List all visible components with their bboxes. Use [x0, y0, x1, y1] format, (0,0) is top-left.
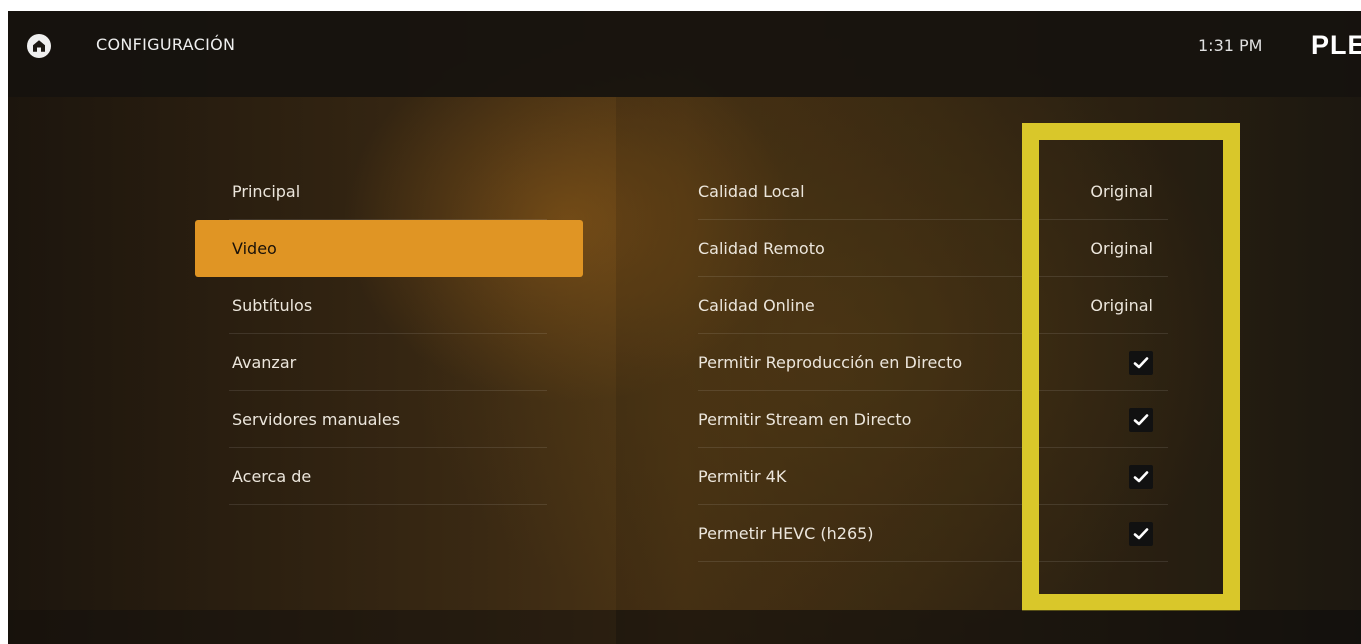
setting-label: Calidad Remoto	[698, 239, 825, 258]
menu-item-servidores-manuales[interactable]: Servidores manuales	[195, 391, 583, 448]
video-settings-panel: Calidad Local Original Calidad Remoto Or…	[616, 97, 1361, 610]
top-bar: CONFIGURACIÓN 1:31 PM PLE	[8, 11, 1361, 97]
menu-item-label: Subtítulos	[232, 296, 313, 315]
menu-item-principal[interactable]: Principal	[195, 163, 583, 220]
menu-item-avanzar[interactable]: Avanzar	[195, 334, 583, 391]
clock: 1:31 PM	[1198, 36, 1263, 55]
setting-label: Calidad Online	[698, 296, 815, 315]
highlight-annotation-box	[1022, 123, 1240, 611]
setting-label: Permitir Reproducción en Directo	[698, 353, 963, 372]
bottom-strip	[8, 610, 616, 644]
menu-item-acerca-de[interactable]: Acerca de	[195, 448, 583, 505]
settings-menu: Principal Video Subtítulos Avanzar Servi…	[8, 97, 616, 610]
menu-item-subtitulos[interactable]: Subtítulos	[195, 277, 583, 334]
menu-item-label: Avanzar	[232, 353, 297, 372]
setting-label: Permetir HEVC (h265)	[698, 524, 874, 543]
menu-item-video[interactable]: Video	[195, 220, 583, 277]
home-icon[interactable]	[27, 34, 51, 58]
menu-item-label: Video	[232, 239, 277, 258]
bottom-strip	[616, 610, 1361, 644]
setting-label: Permitir 4K	[698, 467, 787, 486]
setting-label: Calidad Local	[698, 182, 805, 201]
menu-item-label: Acerca de	[232, 467, 312, 486]
menu-item-label: Servidores manuales	[232, 410, 401, 429]
brand-logo: PLE	[1311, 30, 1361, 60]
settings-screen: CONFIGURACIÓN 1:31 PM PLE Principal Vide…	[8, 11, 1361, 644]
menu-item-label: Principal	[232, 182, 301, 201]
setting-label: Permitir Stream en Directo	[698, 410, 912, 429]
divider	[229, 504, 547, 505]
page-title: CONFIGURACIÓN	[96, 35, 236, 54]
